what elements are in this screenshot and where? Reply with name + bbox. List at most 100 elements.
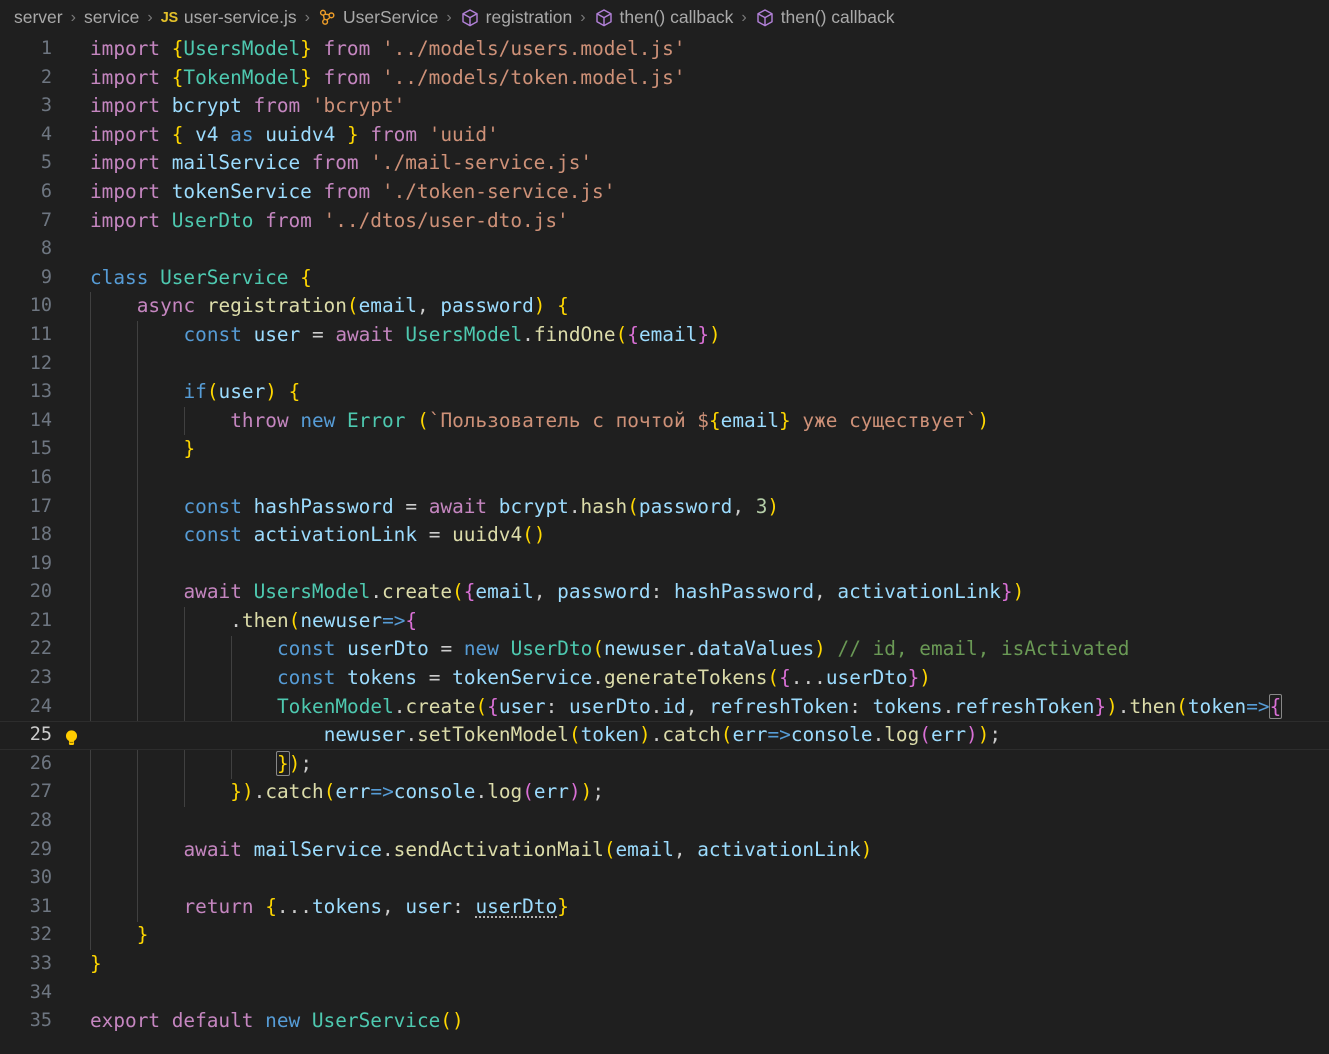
breadcrumb-item-userservice-class[interactable]: UserService [318,7,438,28]
code-line[interactable]: 5 import mailService from './mail-service… [0,149,1329,178]
breadcrumb-item-then-callback-1[interactable]: then() callback [594,7,733,28]
code-editor[interactable]: 1 import {UsersModel} from '../models/use… [0,35,1329,1054]
code-line[interactable]: 3 import bcrypt from 'bcrypt' [0,92,1329,121]
code-line[interactable]: 12 [0,350,1329,379]
code-line[interactable]: 15 } [0,435,1329,464]
line-number: 12 [29,352,52,374]
code-text[interactable]: import {UsersModel} from '../models/user… [90,35,1329,64]
code-text[interactable]: .then(newuser=>{ [90,607,1329,636]
code-text[interactable]: import bcrypt from 'bcrypt' [90,92,1329,121]
line-number: 32 [29,924,52,946]
code-line[interactable]: 18 const activationLink = uuidv4() [0,521,1329,550]
code-line[interactable]: 27 }).catch(err=>console.log(err)); [0,778,1329,807]
code-line[interactable]: 17 const hashPassword = await bcrypt.has… [0,493,1329,522]
code-text[interactable]: return {...tokens, user: userDto} [90,893,1329,922]
code-line[interactable]: 34 [0,979,1329,1008]
line-number: 30 [29,867,52,889]
code-line[interactable]: 7 import UserDto from '../dtos/user-dto.j… [0,207,1329,236]
code-line[interactable]: 10 async registration(email, password) { [0,292,1329,321]
breadcrumb-separator-icon: › [304,8,310,26]
code-text[interactable]: TokenModel.create({user: userDto.id, ref… [90,693,1329,722]
code-line[interactable]: 26 }); [0,750,1329,779]
code-text[interactable]: import {TokenModel} from '../models/toke… [90,64,1329,93]
code-text[interactable] [90,864,1329,893]
code-line[interactable]: 14 throw new Error (`Пользователь с почт… [0,407,1329,436]
code-line[interactable]: 29 await mailService.sendActivationMail(… [0,836,1329,865]
js-file-icon: JS [160,9,178,26]
code-line[interactable]: 35 export default new UserService() [0,1007,1329,1036]
breadcrumb-item-service[interactable]: service [84,7,139,28]
code-text[interactable]: await mailService.sendActivationMail(ema… [90,836,1329,865]
code-text[interactable]: } [90,950,1329,979]
code-text[interactable]: const activationLink = uuidv4() [90,521,1329,550]
breadcrumb-label: server [14,7,63,27]
code-text[interactable] [90,350,1329,379]
code-text[interactable]: const user = await UsersModel.findOne({e… [90,321,1329,350]
code-text[interactable]: } [90,921,1329,950]
code-text[interactable]: import tokenService from './token-servic… [90,178,1329,207]
breadcrumb-item-user-service-js[interactable]: JS user-service.js [161,7,297,28]
code-line[interactable]: 16 [0,464,1329,493]
code-text[interactable] [90,235,1329,264]
code-line[interactable]: 25 newuser.setTokenModel(token).catch(er… [0,721,1329,750]
code-text[interactable]: const hashPassword = await bcrypt.hash(p… [90,493,1329,522]
breadcrumb-item-then-callback-2[interactable]: then() callback [755,7,895,28]
code-text[interactable] [90,979,1329,1008]
code-text[interactable]: await UsersModel.create({email, password… [90,578,1329,607]
code-line[interactable]: 31 return {...tokens, user: userDto} [0,893,1329,922]
code-line[interactable]: 30 [0,864,1329,893]
line-number: 3 [40,95,52,117]
code-line[interactable]: 24 TokenModel.create({user: userDto.id, … [0,693,1329,722]
line-number: 13 [29,381,52,403]
code-text[interactable]: import UserDto from '../dtos/user-dto.js… [90,207,1329,236]
code-line[interactable]: 9 class UserService { [0,264,1329,293]
code-line[interactable]: 1 import {UsersModel} from '../models/use… [0,35,1329,64]
code-text[interactable]: import mailService from './mail-service.… [90,149,1329,178]
code-line[interactable]: 28 [0,807,1329,836]
line-number: 8 [40,238,52,260]
code-line[interactable]: 32 } [0,921,1329,950]
code-text[interactable]: const userDto = new UserDto(newuser.data… [90,635,1329,664]
breadcrumb-separator-icon: › [147,8,153,26]
code-text[interactable]: newuser.setTokenModel(token).catch(err=>… [90,721,1329,750]
line-number: 14 [29,409,52,431]
code-line[interactable]: 11 const user = await UsersModel.findOne… [0,321,1329,350]
code-line[interactable]: 4 import { v4 as uuidv4 } from 'uuid' [0,121,1329,150]
code-line[interactable]: 2 import {TokenModel} from '../models/tok… [0,64,1329,93]
code-text[interactable]: throw new Error (`Пользователь с почтой … [90,407,1329,436]
breadcrumb-separator-icon: › [70,8,76,26]
code-line[interactable]: 22 const userDto = new UserDto(newuser.d… [0,635,1329,664]
breadcrumb-label: then() callback [780,7,895,27]
code-text[interactable]: import { v4 as uuidv4 } from 'uuid' [90,121,1329,150]
line-number: 15 [29,438,52,460]
code-text[interactable] [90,464,1329,493]
code-line[interactable]: 19 [0,550,1329,579]
code-line[interactable]: 13 if(user) { [0,378,1329,407]
code-line[interactable]: 33} [0,950,1329,979]
code-text[interactable]: }); [90,750,1329,779]
breadcrumb-label: registration [485,7,573,27]
line-number: 4 [40,123,52,145]
breadcrumb-item-registration-method[interactable]: registration [460,7,573,28]
line-number: 33 [29,953,52,974]
line-number: 6 [40,180,52,202]
line-number: 34 [29,981,52,1003]
code-line[interactable]: 8 [0,235,1329,264]
breadcrumb-item-server[interactable]: server [14,7,63,28]
line-number: 23 [29,667,52,689]
code-text[interactable] [90,550,1329,579]
code-text[interactable]: export default new UserService() [90,1007,1329,1036]
code-text[interactable]: class UserService { [90,264,1329,293]
code-line[interactable]: 23 const tokens = tokenService.generateT… [0,664,1329,693]
code-line[interactable]: 6 import tokenService from './token-servi… [0,178,1329,207]
code-text[interactable]: const tokens = tokenService.generateToke… [90,664,1329,693]
code-text[interactable]: if(user) { [90,378,1329,407]
code-text[interactable] [90,807,1329,836]
code-text[interactable]: } [90,435,1329,464]
line-number: 1 [40,38,52,59]
code-text[interactable]: }).catch(err=>console.log(err)); [90,778,1329,807]
lightbulb-icon[interactable] [63,727,80,745]
code-text[interactable]: async registration(email, password) { [90,292,1329,321]
code-line[interactable]: 20 await UsersModel.create({email, passw… [0,578,1329,607]
code-line[interactable]: 21 .then(newuser=>{ [0,607,1329,636]
